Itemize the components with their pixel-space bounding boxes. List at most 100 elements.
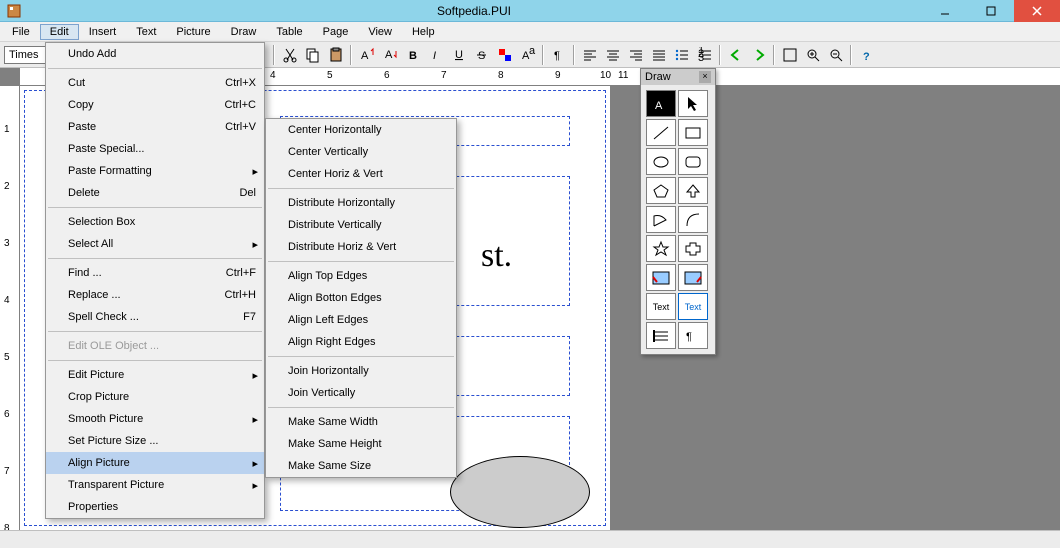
edit-menu-item-properties[interactable]: Properties — [46, 496, 264, 518]
draw-tool-text-plain[interactable]: Text — [646, 293, 676, 320]
draw-tool-cross[interactable] — [678, 235, 708, 262]
edit-menu-item-paste[interactable]: PasteCtrl+V — [46, 116, 264, 138]
menu-item-label: Paste — [68, 121, 205, 133]
arrow-left-icon[interactable] — [724, 44, 747, 66]
align-submenu-item-make-same-width[interactable]: Make Same Width — [266, 411, 456, 433]
edit-menu-item-edit-ole-object[interactable]: Edit OLE Object ... — [46, 335, 264, 357]
draw-tool-star[interactable] — [646, 235, 676, 262]
copy-icon[interactable] — [301, 44, 324, 66]
draw-tool-image-left[interactable] — [646, 264, 676, 291]
text-color-icon[interactable] — [493, 44, 516, 66]
align-submenu-item-align-left-edges[interactable]: Align Left Edges — [266, 309, 456, 331]
draw-tool-text-styled[interactable]: Text — [678, 293, 708, 320]
align-submenu-item-distribute-horizontally[interactable]: Distribute Horizontally — [266, 192, 456, 214]
pilcrow-icon[interactable]: ¶ — [547, 44, 570, 66]
edit-menu-item-align-picture[interactable]: Align Picture▸ — [46, 452, 264, 474]
edit-menu-item-paste-special[interactable]: Paste Special... — [46, 138, 264, 160]
align-submenu-item-center-horizontally[interactable]: Center Horizontally — [266, 119, 456, 141]
underline-icon[interactable]: U — [447, 44, 470, 66]
ellipse-shape[interactable] — [450, 456, 590, 528]
edit-menu-item-undo-add[interactable]: Undo Add — [46, 43, 264, 65]
menu-text[interactable]: Text — [126, 24, 166, 40]
draw-tool-line[interactable] — [646, 119, 676, 146]
align-justify-icon[interactable] — [647, 44, 670, 66]
menu-item-shortcut: Ctrl+H — [225, 289, 256, 301]
submenu-arrow-icon: ▸ — [252, 369, 258, 382]
draw-tool-rectangle[interactable] — [678, 119, 708, 146]
edit-menu-item-spell-check[interactable]: Spell Check ...F7 — [46, 306, 264, 328]
edit-menu-item-delete[interactable]: DeleteDel — [46, 182, 264, 204]
align-submenu-item-center-horiz-vert[interactable]: Center Horiz & Vert — [266, 163, 456, 185]
draw-tool-polygon[interactable] — [646, 177, 676, 204]
align-submenu-item-align-top-edges[interactable]: Align Top Edges — [266, 265, 456, 287]
maximize-button[interactable] — [968, 0, 1014, 22]
fit-window-icon[interactable] — [778, 44, 801, 66]
align-submenu-item-join-horizontally[interactable]: Join Horizontally — [266, 360, 456, 382]
bullets-icon[interactable] — [670, 44, 693, 66]
menu-page[interactable]: Page — [313, 24, 359, 40]
numbers-icon[interactable]: 123 — [693, 44, 716, 66]
align-submenu-separator — [268, 261, 454, 262]
menu-file[interactable]: File — [2, 24, 40, 40]
cut-icon[interactable] — [278, 44, 301, 66]
menu-help[interactable]: Help — [402, 24, 445, 40]
font-shrink-icon[interactable]: A — [378, 44, 401, 66]
zoom-out-icon[interactable] — [824, 44, 847, 66]
align-submenu-item-distribute-horiz-vert[interactable]: Distribute Horiz & Vert — [266, 236, 456, 258]
draw-tool-arc[interactable] — [678, 206, 708, 233]
edit-menu-item-cut[interactable]: CutCtrl+X — [46, 72, 264, 94]
draw-tool-rounded-rect[interactable] — [678, 148, 708, 175]
draw-tool-paragraph[interactable]: ¶ — [678, 322, 708, 349]
align-submenu-item-center-vertically[interactable]: Center Vertically — [266, 141, 456, 163]
strike-icon[interactable]: S — [470, 44, 493, 66]
draw-tool-pie[interactable] — [646, 206, 676, 233]
menu-item-label: Distribute Vertically — [288, 219, 448, 231]
align-submenu-item-distribute-vertically[interactable]: Distribute Vertically — [266, 214, 456, 236]
edit-menu-item-crop-picture[interactable]: Crop Picture — [46, 386, 264, 408]
edit-menu-item-transparent-picture[interactable]: Transparent Picture▸ — [46, 474, 264, 496]
align-submenu-item-align-right-edges[interactable]: Align Right Edges — [266, 331, 456, 353]
draw-palette-close-icon[interactable]: × — [699, 71, 711, 83]
align-center-icon[interactable] — [601, 44, 624, 66]
align-submenu-item-make-same-height[interactable]: Make Same Height — [266, 433, 456, 455]
draw-tool-text-a[interactable]: A — [646, 90, 676, 117]
font-grow-icon[interactable]: A — [355, 44, 378, 66]
edit-menu-item-set-picture-size[interactable]: Set Picture Size ... — [46, 430, 264, 452]
menu-view[interactable]: View — [358, 24, 402, 40]
zoom-in-icon[interactable] — [801, 44, 824, 66]
align-right-icon[interactable] — [624, 44, 647, 66]
draw-palette[interactable]: Draw × A Text Text ¶ — [640, 68, 716, 355]
edit-menu-item-paste-formatting[interactable]: Paste Formatting▸ — [46, 160, 264, 182]
draw-tool-arrow-up[interactable] — [678, 177, 708, 204]
menu-draw[interactable]: Draw — [221, 24, 267, 40]
help-icon[interactable]: ? — [855, 44, 878, 66]
edit-menu-item-selection-box[interactable]: Selection Box — [46, 211, 264, 233]
align-submenu-item-align-botton-edges[interactable]: Align Botton Edges — [266, 287, 456, 309]
align-submenu-item-make-same-size[interactable]: Make Same Size — [266, 455, 456, 477]
italic-icon[interactable]: I — [424, 44, 447, 66]
menu-picture[interactable]: Picture — [166, 24, 220, 40]
draw-tool-list[interactable] — [646, 322, 676, 349]
edit-menu-item-smooth-picture[interactable]: Smooth Picture▸ — [46, 408, 264, 430]
draw-tool-pointer[interactable] — [678, 90, 708, 117]
arrow-right-icon[interactable] — [747, 44, 770, 66]
menu-edit[interactable]: Edit — [40, 24, 79, 40]
superscript-icon[interactable]: Aa — [516, 44, 539, 66]
menu-item-shortcut: Ctrl+C — [225, 99, 256, 111]
paste-icon[interactable] — [324, 44, 347, 66]
close-button[interactable] — [1014, 0, 1060, 22]
draw-tool-image-right[interactable] — [678, 264, 708, 291]
edit-menu-item-find[interactable]: Find ...Ctrl+F — [46, 262, 264, 284]
bold-icon[interactable]: B — [401, 44, 424, 66]
minimize-button[interactable] — [922, 0, 968, 22]
edit-menu-item-replace[interactable]: Replace ...Ctrl+H — [46, 284, 264, 306]
edit-menu-item-edit-picture[interactable]: Edit Picture▸ — [46, 364, 264, 386]
draw-palette-header[interactable]: Draw × — [641, 69, 715, 85]
edit-menu-item-select-all[interactable]: Select All▸ — [46, 233, 264, 255]
align-submenu-item-join-vertically[interactable]: Join Vertically — [266, 382, 456, 404]
menu-insert[interactable]: Insert — [79, 24, 127, 40]
edit-menu-item-copy[interactable]: CopyCtrl+C — [46, 94, 264, 116]
menu-table[interactable]: Table — [266, 24, 312, 40]
draw-tool-ellipse[interactable] — [646, 148, 676, 175]
align-left-icon[interactable] — [578, 44, 601, 66]
